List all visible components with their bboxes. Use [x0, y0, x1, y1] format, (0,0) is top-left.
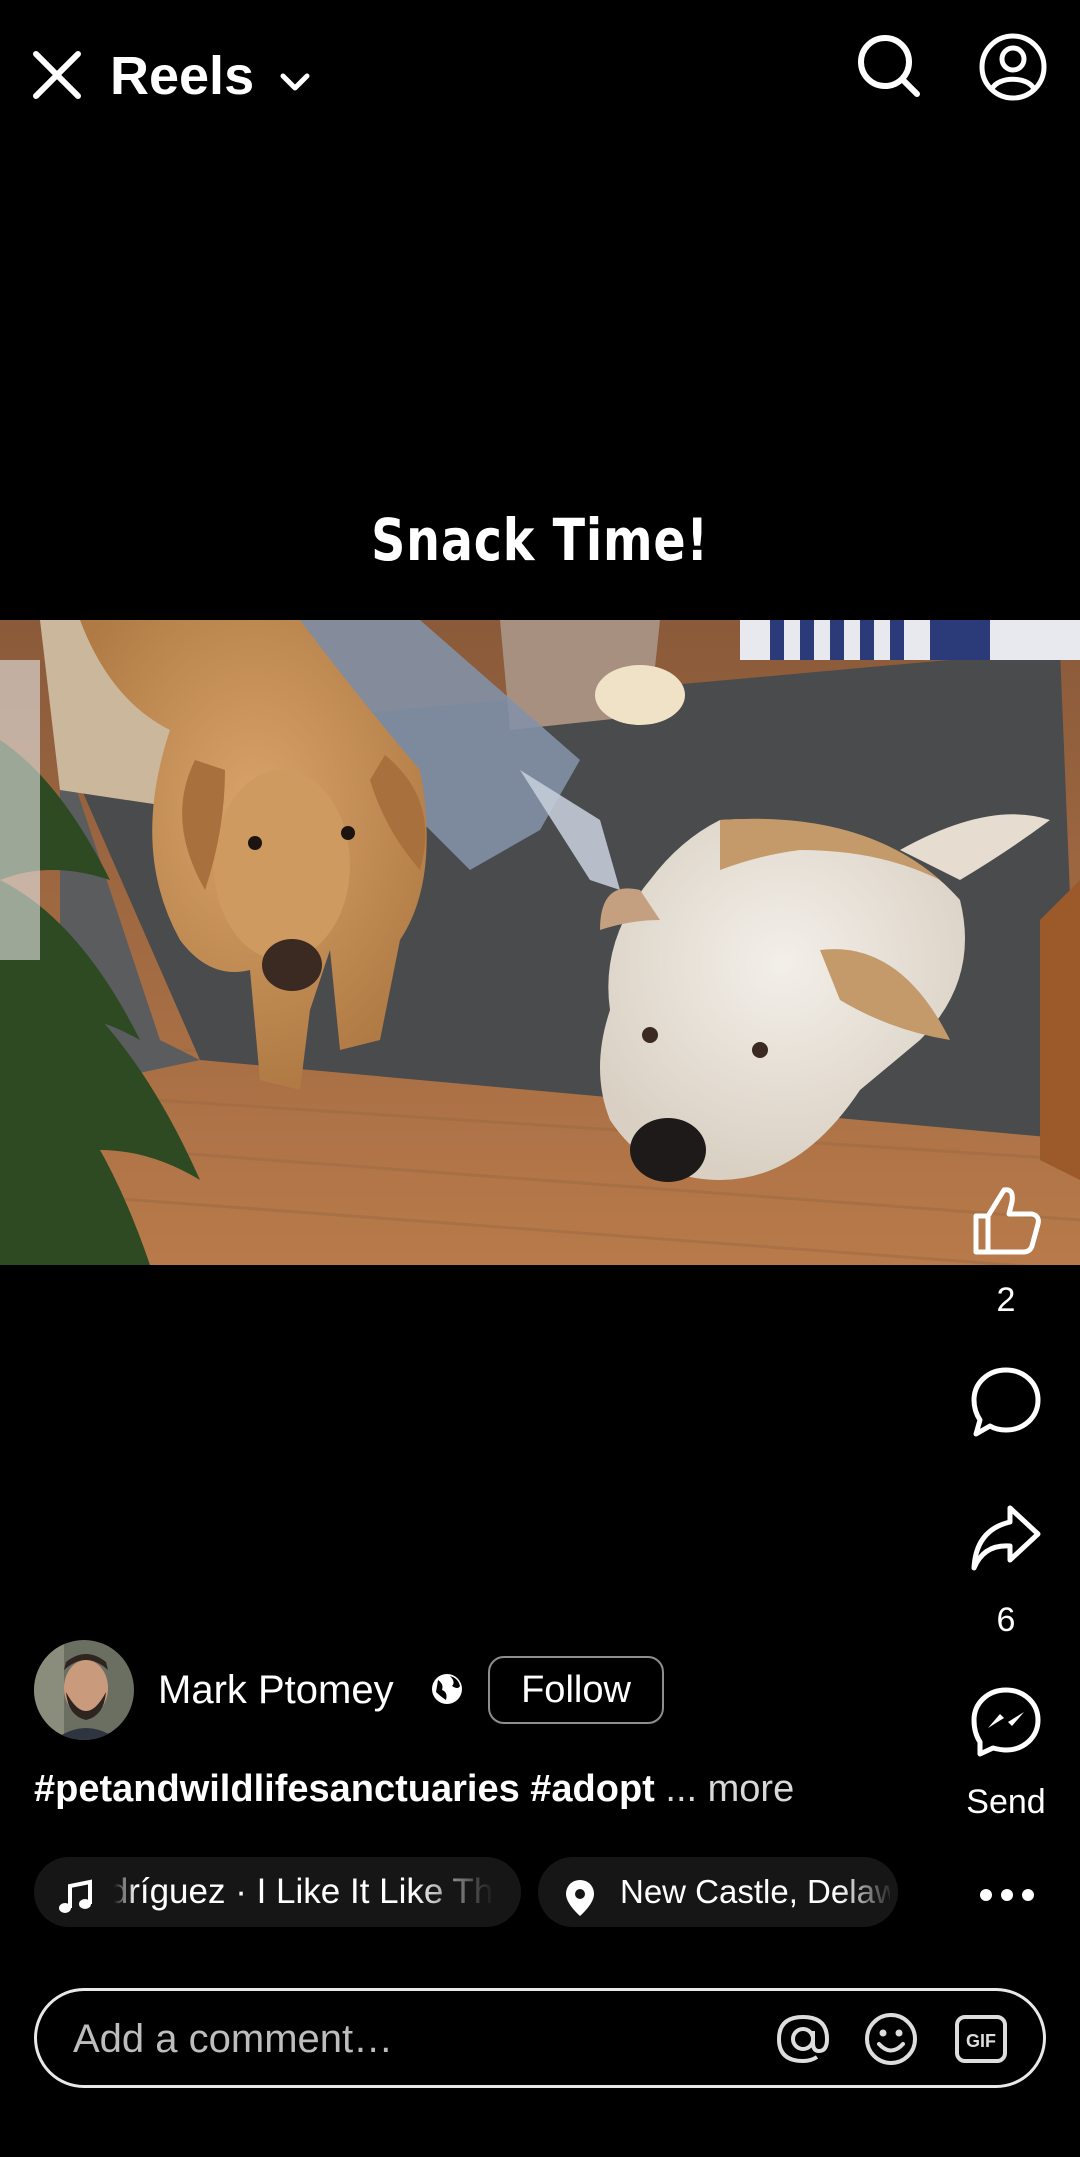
- close-icon[interactable]: [30, 48, 84, 102]
- music-note-icon: [56, 1872, 96, 1913]
- comment-icon[interactable]: [968, 1364, 1044, 1440]
- location-pill[interactable]: New Castle, Delaware: [538, 1857, 898, 1927]
- send-label[interactable]: Send: [956, 1782, 1056, 1822]
- music-title: Rodríguez · I Like It Like That: [114, 1872, 504, 1911]
- follow-button[interactable]: Follow: [488, 1656, 664, 1724]
- post-caption[interactable]: #petandwildlifesanctuaries #adopt ... mo…: [34, 1766, 794, 1812]
- video-overlay-text: Snack Time!: [371, 506, 709, 574]
- search-icon[interactable]: [855, 32, 923, 100]
- mention-icon[interactable]: [775, 2011, 831, 2067]
- share-count: 6: [996, 1601, 1016, 1639]
- more-icon[interactable]: [972, 1870, 1042, 1920]
- globe-icon: [430, 1672, 464, 1706]
- avatar[interactable]: [34, 1640, 134, 1740]
- gif-icon[interactable]: GIF: [953, 2011, 1009, 2067]
- chevron-down-icon[interactable]: [275, 62, 315, 102]
- page-title[interactable]: Reels: [110, 44, 254, 108]
- comment-bar: GIF: [34, 1988, 1046, 2088]
- see-more-link[interactable]: ... more: [665, 1768, 794, 1810]
- location-pin-icon: [560, 1872, 600, 1916]
- like-count: 2: [996, 1281, 1016, 1319]
- location-name: New Castle, Delaware: [620, 1873, 890, 1910]
- emoji-icon[interactable]: [863, 2011, 919, 2067]
- hashtags[interactable]: #petandwildlifesanctuaries #adopt: [34, 1768, 655, 1810]
- music-pill[interactable]: Rodríguez · I Like It Like That: [34, 1857, 521, 1927]
- messenger-icon[interactable]: [968, 1684, 1044, 1760]
- svg-text:GIF: GIF: [966, 2031, 996, 2051]
- profile-icon[interactable]: [978, 32, 1048, 102]
- comment-input[interactable]: [71, 1991, 755, 2087]
- video-player[interactable]: [0, 620, 1080, 1265]
- like-icon[interactable]: [968, 1182, 1044, 1258]
- share-icon[interactable]: [968, 1500, 1044, 1576]
- author-name[interactable]: Mark Ptomey: [158, 1666, 394, 1714]
